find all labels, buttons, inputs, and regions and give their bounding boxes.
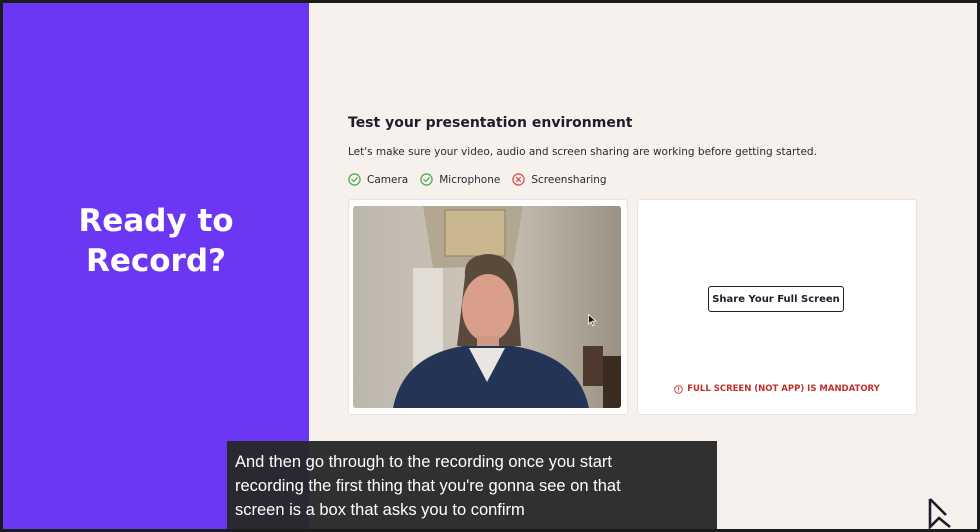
hero-title-line-2: Record? (85, 243, 227, 279)
mouse-cursor-icon (588, 314, 597, 327)
screen-share-card: Share Your Full Screen FULL SCREEN (NOT … (637, 199, 917, 415)
check-camera-label: Camera (367, 173, 409, 186)
environment-checks: Camera Microphone Screensharing (348, 173, 619, 186)
check-screensharing: Screensharing (512, 173, 607, 186)
caption-line-1: And then go through to the recording onc… (235, 453, 613, 471)
brand-logo-icon (928, 498, 951, 529)
check-microphone: Microphone (420, 173, 500, 186)
check-screensharing-label: Screensharing (531, 173, 607, 186)
hero-title-line-1: Ready to (78, 203, 234, 239)
check-microphone-label: Microphone (439, 173, 501, 186)
caption-line-3: screen is a box that asks you to confirm (235, 501, 525, 519)
alert-circle-icon (674, 384, 683, 394)
check-circle-icon (348, 173, 361, 186)
x-circle-icon (512, 173, 526, 186)
fullscreen-warning: FULL SCREEN (NOT APP) IS MANDATORY (638, 384, 916, 394)
page-subtext: Let's make sure your video, audio and sc… (348, 146, 817, 158)
caption-line-2: recording the first thing that you're go… (235, 477, 621, 495)
fullscreen-warning-text: FULL SCREEN (NOT APP) IS MANDATORY (687, 384, 880, 394)
subtitle-caption: And then go through to the recording onc… (227, 441, 717, 529)
page-heading: Test your presentation environment (348, 115, 633, 131)
share-full-screen-button[interactable]: Share Your Full Screen (708, 286, 844, 312)
check-circle-icon (420, 173, 433, 186)
check-camera: Camera (348, 173, 408, 186)
hero-title: Ready to Record? (3, 201, 309, 281)
webcam-feed-image (353, 206, 621, 408)
camera-preview-video (353, 206, 621, 408)
camera-preview-card (348, 199, 628, 415)
